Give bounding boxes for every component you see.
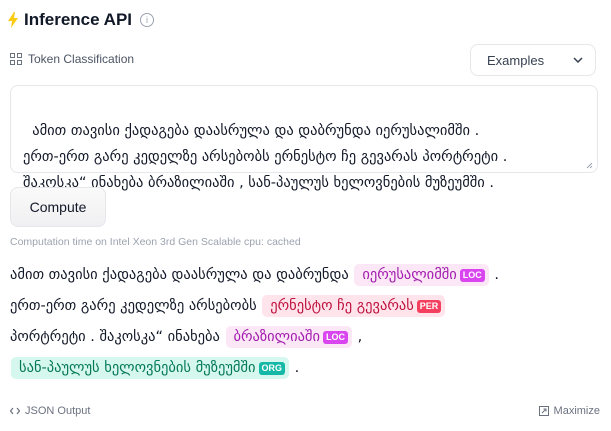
json-output-label: JSON Output (25, 405, 91, 417)
entity-label-loc: LOC (322, 331, 348, 344)
entity-label-loc: LOC (459, 269, 485, 282)
output-text: ერთ-ერთ გარე კედელზე არსებობს (10, 298, 262, 314)
token-classification-icon (10, 53, 22, 65)
task-type: Token Classification (10, 52, 134, 66)
code-icon (10, 407, 20, 415)
entity-label-per: PER (416, 300, 442, 313)
widget-footer: JSON Output Maximize (10, 405, 600, 417)
computation-time: Computation time on Intel Xeon 3rd Gen S… (10, 236, 301, 248)
input-textarea[interactable]: ამით თავისი ქადაგება დაასრულა და დაბრუნდ… (10, 85, 598, 191)
entity-label-org: ORG (258, 362, 286, 375)
task-label: Token Classification (28, 52, 135, 66)
examples-dropdown[interactable]: Examples (470, 44, 596, 76)
input-text: ამით თავისი ქადაგება დაასრულა და დაბრუნდ… (23, 123, 508, 191)
output-text: პორტრეტი . შაკოსკა“ ინახება (10, 329, 225, 345)
maximize-icon (538, 406, 549, 416)
maximize-link[interactable]: Maximize (538, 405, 600, 417)
examples-label: Examples (487, 52, 545, 68)
info-icon[interactable]: i (140, 13, 155, 27)
entity-text: სან-პაულუს ხელოვნების მუზეუმში (19, 360, 256, 376)
widget-header: Inference API i (8, 10, 155, 30)
chevron-down-icon (573, 57, 583, 63)
output-text: . (489, 267, 499, 283)
entity-loc: იერუსალიმში LOC (354, 264, 489, 286)
lightning-icon (8, 12, 18, 28)
compute-button[interactable]: Compute (10, 187, 106, 227)
entity-text: ერნესტო ჩე გევარას (270, 298, 414, 314)
entity-per: ერნესტო ჩე გევარას PER (262, 295, 446, 317)
json-output-link[interactable]: JSON Output (10, 405, 90, 417)
entity-org: სან-პაულუს ხელოვნების მუზეუმში ORG (11, 357, 290, 379)
resize-handle-icon[interactable] (586, 162, 593, 169)
entity-text: იერუსალიმში (362, 267, 457, 283)
output-text: ამით თავისი ქადაგება დაასრულა და დაბრუნდ… (10, 267, 354, 283)
output-text: . (290, 360, 300, 376)
entity-text: ბრაზილიაში (233, 329, 320, 345)
classification-output: ამით თავისი ქადაგება დაასრულა და დაბრუნდ… (10, 260, 600, 384)
entity-loc: ბრაზილიაში LOC (225, 326, 352, 348)
output-text: , (352, 329, 363, 345)
widget-title: Inference API (24, 10, 133, 29)
maximize-label: Maximize (553, 405, 600, 417)
